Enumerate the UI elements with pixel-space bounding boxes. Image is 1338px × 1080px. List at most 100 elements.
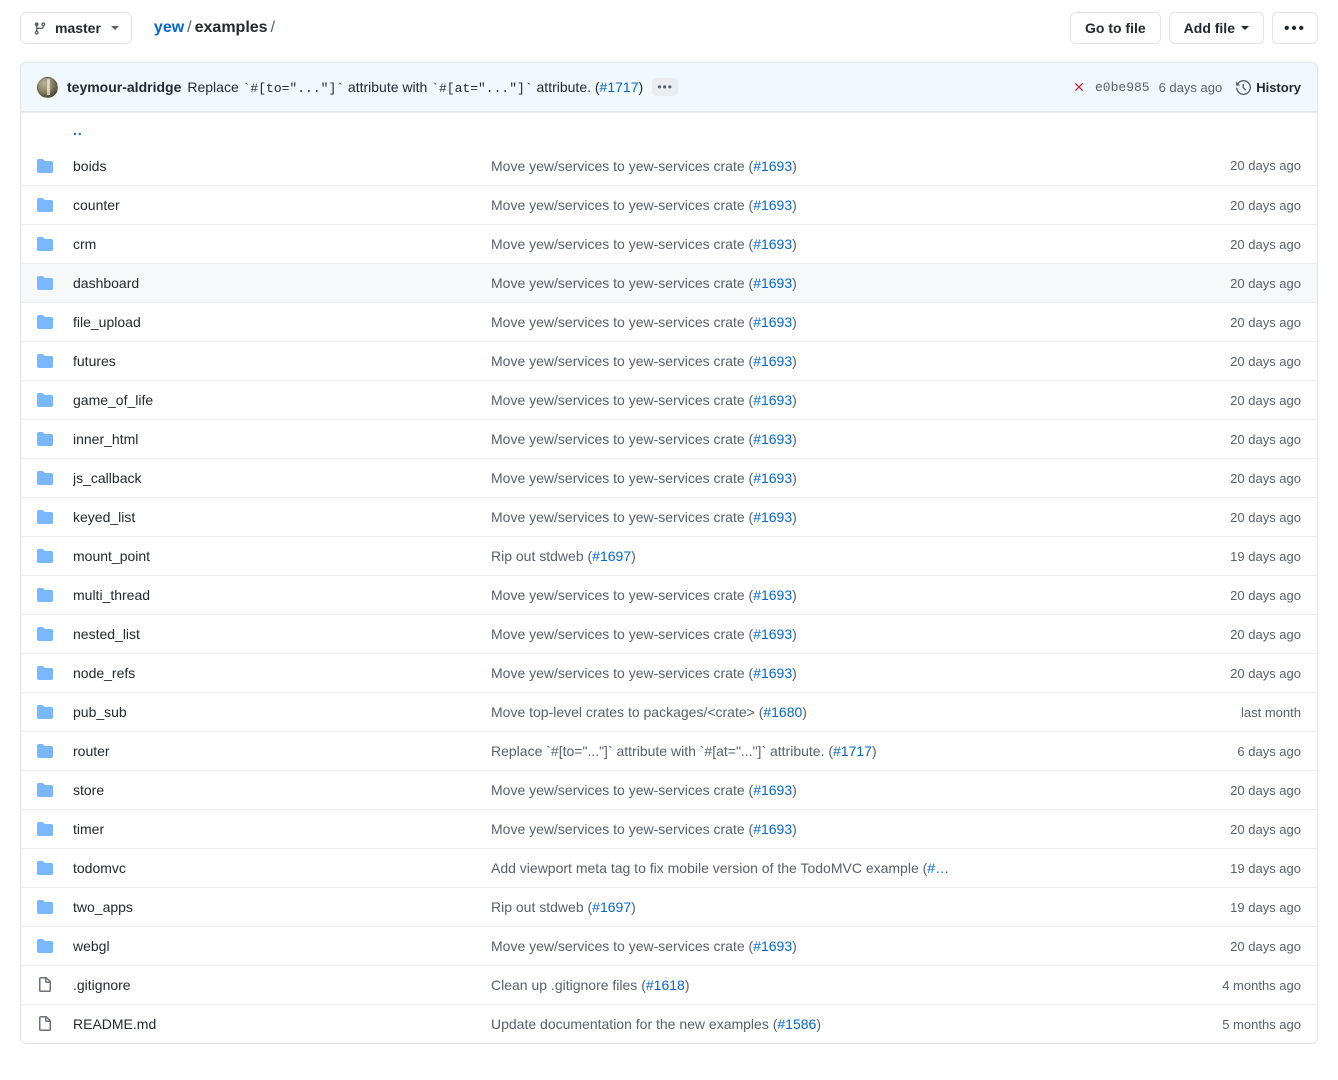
commit-pr-link[interactable]: #1693 xyxy=(753,587,792,603)
folder-link[interactable]: webgl xyxy=(73,938,110,954)
table-row[interactable]: mount_point Rip out stdweb (#1697) 19 days… xyxy=(21,536,1317,575)
more-options-button[interactable]: ••• xyxy=(1272,12,1318,44)
file-link[interactable]: README.md xyxy=(73,1016,156,1032)
table-row[interactable]: nested_list Move yew/services to yew-serv… xyxy=(21,614,1317,653)
folder-link[interactable]: game_of_life xyxy=(73,392,153,408)
row-commit-message-cell: Update documentation for the new example… xyxy=(491,1016,1151,1032)
table-row[interactable]: store Move yew/services to yew-services c… xyxy=(21,770,1317,809)
commit-pr-link[interactable]: #1693 xyxy=(753,353,792,369)
parent-directory-link[interactable]: .. xyxy=(73,122,83,138)
add-file-button[interactable]: Add file xyxy=(1168,12,1264,44)
folder-link[interactable]: crm xyxy=(73,236,96,252)
folder-link[interactable]: timer xyxy=(73,821,104,837)
add-file-label: Add file xyxy=(1183,20,1235,36)
row-commit-message-cell: Move yew/services to yew-services crate … xyxy=(491,821,1151,837)
folder-link[interactable]: pub_sub xyxy=(73,704,127,720)
table-row[interactable]: game_of_life Move yew/services to yew-ser… xyxy=(21,380,1317,419)
table-row[interactable]: webgl Move yew/services to yew-services c… xyxy=(21,926,1317,965)
commit-pr-link[interactable]: #1680 xyxy=(763,704,802,720)
row-age-cell: 20 days ago xyxy=(1230,665,1301,681)
table-row[interactable]: keyed_list Move yew/services to yew-servi… xyxy=(21,497,1317,536)
folder-link[interactable]: js_callback xyxy=(73,470,141,486)
commit-pr-link[interactable]: #1693 xyxy=(753,938,792,954)
commit-pr-link[interactable]: #1693 xyxy=(753,158,792,174)
folder-link[interactable]: keyed_list xyxy=(73,509,135,525)
table-row[interactable]: pub_sub Move top-level crates to packages… xyxy=(21,692,1317,731)
commit-message-close: ) xyxy=(792,431,797,447)
commit-pr-link[interactable]: #1693 xyxy=(753,821,792,837)
table-row[interactable]: futures Move yew/services to yew-services… xyxy=(21,341,1317,380)
folder-link[interactable]: router xyxy=(73,743,110,759)
parent-directory-row[interactable]: .. xyxy=(21,112,1317,146)
commit-pr-link[interactable]: #1693 xyxy=(753,626,792,642)
table-row[interactable]: boids Move yew/services to yew-services c… xyxy=(21,146,1317,185)
file-link[interactable]: .gitignore xyxy=(73,977,131,993)
folder-link[interactable]: boids xyxy=(73,158,106,174)
table-row[interactable]: timer Move yew/services to yew-services c… xyxy=(21,809,1317,848)
repo-toolbar: master yew / examples / Go to file Add file… xyxy=(0,0,1338,56)
commit-pr-link[interactable]: #1693 xyxy=(753,236,792,252)
commit-pr-link[interactable]: #1618 xyxy=(646,977,685,993)
commit-pr-link[interactable]: #1717 xyxy=(600,79,639,95)
folder-link[interactable]: dashboard xyxy=(73,275,139,291)
commit-pr-link[interactable]: #1693 xyxy=(753,470,792,486)
folder-link[interactable]: nested_list xyxy=(73,626,140,642)
row-name-cell: node_refs xyxy=(73,665,491,681)
x-failed-icon[interactable] xyxy=(1072,80,1086,94)
commit-message-close: ) xyxy=(802,704,807,720)
table-row[interactable]: inner_html Move yew/services to yew-servi… xyxy=(21,419,1317,458)
expand-commit-message-button[interactable]: ••• xyxy=(652,78,679,96)
folder-link[interactable]: mount_point xyxy=(73,548,150,564)
folder-link[interactable]: futures xyxy=(73,353,116,369)
commit-pr-link[interactable]: #1693 xyxy=(753,197,792,213)
table-row[interactable]: dashboard Move yew/services to yew-servic… xyxy=(21,263,1317,302)
commit-message-close: ) xyxy=(792,392,797,408)
row-commit-message-cell: Move yew/services to yew-services crate … xyxy=(491,509,1151,525)
folder-link[interactable]: todomvc xyxy=(73,860,126,876)
folder-link[interactable]: multi_thread xyxy=(73,587,150,603)
table-row[interactable]: .gitignore Clean up .gitignore files (#16… xyxy=(21,965,1317,1004)
row-age-cell: 20 days ago xyxy=(1230,392,1301,408)
commit-pr-link[interactable]: #1693 xyxy=(753,782,792,798)
row-name-cell: keyed_list xyxy=(73,509,491,525)
folder-link[interactable]: inner_html xyxy=(73,431,138,447)
table-row[interactable]: js_callback Move yew/services to yew-serv… xyxy=(21,458,1317,497)
commit-pr-link[interactable]: #1717 xyxy=(833,743,872,759)
commit-pr-link[interactable]: #1697 xyxy=(592,899,631,915)
row-name-cell: game_of_life xyxy=(73,392,491,408)
commit-pr-link[interactable]: #1693 xyxy=(753,392,792,408)
commit-pr-link[interactable]: #1693 xyxy=(753,665,792,681)
go-to-file-button[interactable]: Go to file xyxy=(1069,12,1161,44)
commit-pr-link[interactable]: #1586 xyxy=(777,1016,816,1032)
table-row[interactable]: file_upload Move yew/services to yew-serv… xyxy=(21,302,1317,341)
table-row[interactable]: multi_thread Move yew/services to yew-ser… xyxy=(21,575,1317,614)
table-row[interactable]: todomvc Add viewport meta tag to fix mobi… xyxy=(21,848,1317,887)
commit-pr-link[interactable]: #1697 xyxy=(592,548,631,564)
table-row[interactable]: two_apps Rip out stdweb (#1697) 19 days ag… xyxy=(21,887,1317,926)
table-row[interactable]: node_refs Move yew/services to yew-servic… xyxy=(21,653,1317,692)
commit-pr-link[interactable]: #… xyxy=(927,860,949,876)
commit-sha[interactable]: e0be985 xyxy=(1095,80,1150,95)
folder-link[interactable]: node_refs xyxy=(73,665,135,681)
folder-link[interactable]: file_upload xyxy=(73,314,141,330)
folder-link[interactable]: two_apps xyxy=(73,899,133,915)
row-age-cell: 20 days ago xyxy=(1230,431,1301,447)
table-row[interactable]: counter Move yew/services to yew-services… xyxy=(21,185,1317,224)
folder-link[interactable]: store xyxy=(73,782,104,798)
commit-pr-link[interactable]: #1693 xyxy=(753,275,792,291)
commit-pr-link[interactable]: #1693 xyxy=(753,509,792,525)
table-row[interactable]: README.md Update documentation for the ne… xyxy=(21,1004,1317,1043)
commit-pr-link[interactable]: #1693 xyxy=(753,314,792,330)
breadcrumb-repo-link[interactable]: yew xyxy=(154,19,184,36)
row-commit-message-cell: Replace `#[to="..."]` attribute with `#[… xyxy=(491,743,1151,759)
commit-pr-link[interactable]: #1693 xyxy=(753,431,792,447)
row-age-cell: 20 days ago xyxy=(1230,236,1301,252)
folder-link[interactable]: counter xyxy=(73,197,120,213)
table-row[interactable]: crm Move yew/services to yew-services cra… xyxy=(21,224,1317,263)
row-commit-message-cell: Clean up .gitignore files (#1618) xyxy=(491,977,1151,993)
branch-selector-button[interactable]: master xyxy=(20,12,132,44)
commit-author-link[interactable]: teymour-aldridge xyxy=(67,79,181,95)
breadcrumb-directory: examples xyxy=(194,19,268,36)
history-link[interactable]: History xyxy=(1236,80,1301,95)
table-row[interactable]: router Replace `#[to="..."]` attribute wi… xyxy=(21,731,1317,770)
